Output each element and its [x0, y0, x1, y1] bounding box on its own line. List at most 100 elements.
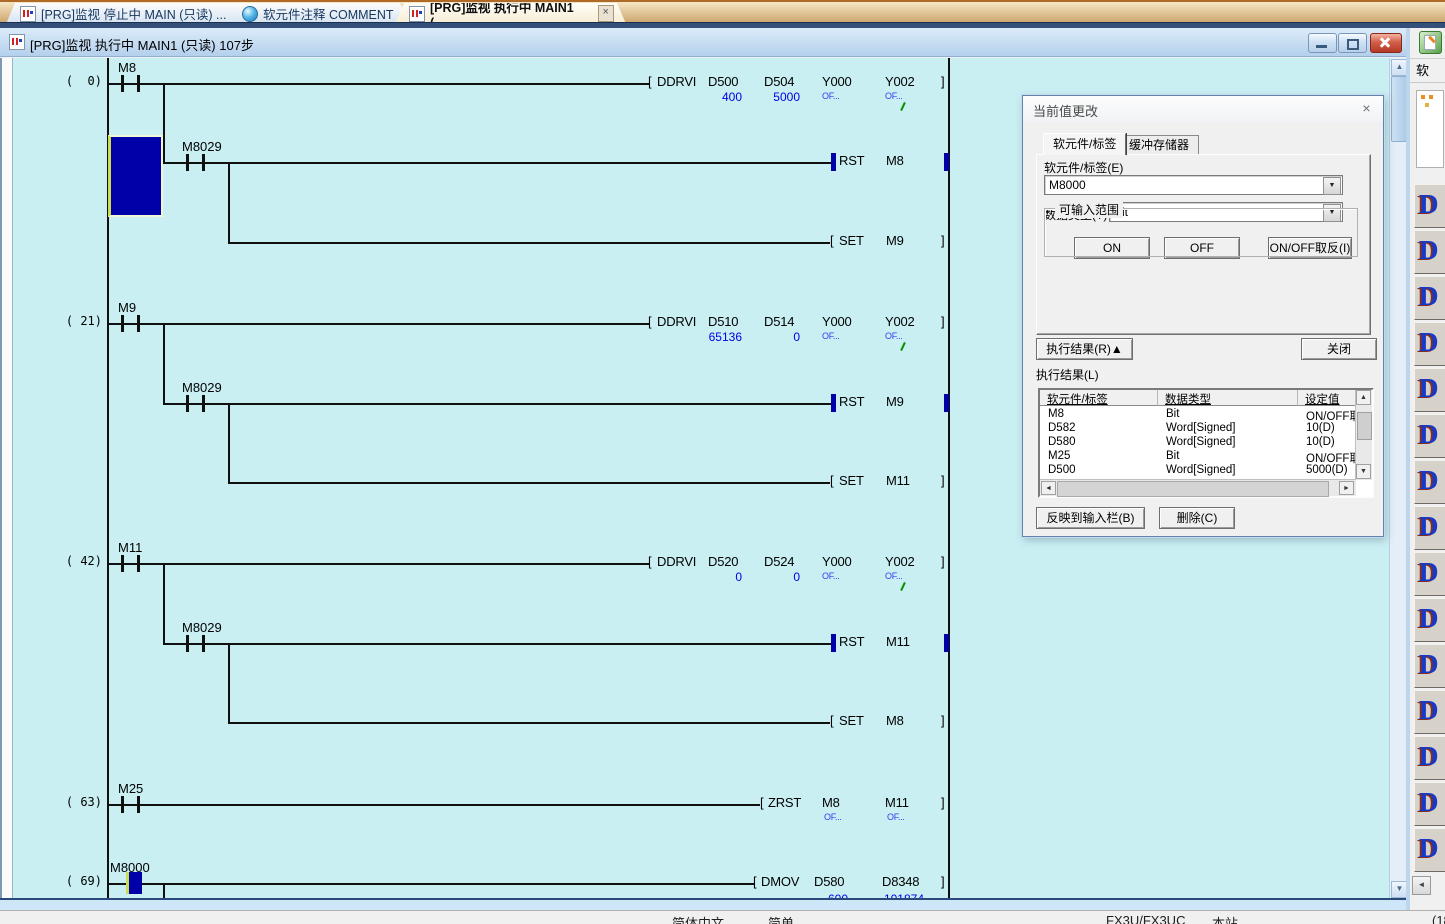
device-button[interactable]: D — [1414, 184, 1445, 228]
table-row[interactable]: D580Word[Signed]10(D) — [1040, 436, 1356, 450]
energized-contact[interactable] — [126, 872, 142, 894]
document-tab-bar: [PRG]监视 停止中 MAIN (只读) ... 软元件注释 COMMENT … — [0, 0, 1445, 24]
close-dialog-button[interactable]: 关闭 — [1301, 338, 1377, 360]
child-window-titlebar: [PRG]监视 执行中 MAIN1 (只读) 107步 — [0, 28, 1410, 57]
tab-close-icon[interactable]: × — [598, 5, 615, 22]
restore-icon — [1347, 39, 1359, 50]
operand[interactable]: M9 — [886, 233, 904, 248]
scroll-down-icon[interactable]: ▼ — [1356, 464, 1371, 479]
device-button[interactable]: D — [1414, 644, 1445, 688]
device-button[interactable]: D — [1414, 368, 1445, 412]
device-button[interactable]: D — [1414, 414, 1445, 458]
scrollbar-thumb[interactable] — [1057, 481, 1329, 497]
tab-label: [PRG]监视 停止中 MAIN (只读) ... — [41, 4, 226, 23]
monitor-value: 5000 — [752, 90, 800, 104]
panel-list-box[interactable] — [1416, 90, 1444, 168]
rung-wire — [228, 242, 830, 244]
column-header: 软元件/标签 — [1047, 391, 1108, 407]
device-button[interactable]: D — [1414, 276, 1445, 320]
status-language: 简体中文 — [672, 913, 724, 924]
status-mode: 简单 — [768, 913, 794, 924]
scroll-right-icon[interactable]: ► — [1339, 481, 1354, 495]
minimize-icon — [1316, 45, 1327, 48]
operand[interactable]: M8 — [886, 153, 904, 168]
device-button[interactable]: D — [1414, 782, 1445, 826]
instruction-mnemonic[interactable]: DDRVI — [657, 74, 696, 89]
device-button[interactable]: D — [1414, 322, 1445, 366]
status-plc-type: FX3U/FX3UC — [1106, 913, 1185, 924]
table-row[interactable]: M8BitON/OFF取反 — [1040, 408, 1356, 422]
operand[interactable]: Y002 — [885, 74, 915, 89]
execution-result-label: 执行结果(L) — [1036, 366, 1099, 383]
scroll-left-icon[interactable]: ◄ — [1412, 876, 1431, 895]
tab-device-label[interactable]: 软元件/标签 — [1043, 133, 1126, 155]
device-button[interactable]: D — [1414, 230, 1445, 274]
device-button[interactable]: D — [1414, 598, 1445, 642]
close-button[interactable] — [1370, 33, 1402, 53]
tab-device-comment[interactable]: 软元件注释 COMMENT — [228, 3, 409, 24]
restore-button[interactable] — [1338, 33, 1367, 53]
contact-symbol[interactable] — [121, 75, 124, 92]
ladder-vertical-scrollbar[interactable]: ▲ ▼ — [1389, 58, 1407, 898]
tab-label: 软元件注释 COMMENT — [263, 4, 394, 23]
monitor-value: 400 — [694, 90, 742, 104]
device-button[interactable]: D — [1414, 690, 1445, 734]
scroll-left-icon[interactable]: ◄ — [1041, 481, 1056, 495]
device-button[interactable]: D — [1414, 506, 1445, 550]
instruction-mnemonic[interactable]: RST — [839, 153, 864, 168]
edit-cursor-cell[interactable] — [108, 135, 163, 217]
execution-result-toggle-button[interactable]: 执行结果(R)▲ — [1036, 338, 1133, 360]
device-comment: OF... — [822, 91, 840, 101]
contact-label[interactable]: M9 — [118, 300, 136, 315]
device-button[interactable]: D — [1414, 828, 1445, 872]
table-row[interactable]: D582Word[Signed]10(D) — [1040, 422, 1356, 436]
energized-mark — [831, 394, 836, 412]
table-horizontal-scrollbar[interactable]: ◄ ► — [1040, 479, 1356, 496]
contact-label[interactable]: M8029 — [182, 139, 222, 154]
operand[interactable]: Y000 — [822, 74, 852, 89]
status-bar: 简体中文 简单 FX3U/FX3UC 本站 (18 — [0, 910, 1445, 924]
program-monitor-icon — [20, 6, 36, 22]
step-number: ( 69) — [30, 874, 102, 888]
chevron-down-icon[interactable]: ▼ — [1323, 177, 1341, 195]
device-button[interactable]: D — [1414, 736, 1445, 780]
pulse-tick-icon — [900, 582, 906, 591]
instruction-mnemonic[interactable]: SET — [839, 233, 864, 248]
execution-result-table[interactable]: 软元件/标签 数据类型 设定值 M8BitON/OFF取反 D582Word[S… — [1038, 388, 1374, 498]
operand[interactable]: D500 — [708, 74, 738, 89]
rung-wire — [107, 83, 650, 85]
device-button[interactable]: D — [1414, 460, 1445, 504]
edit-document-icon[interactable] — [1419, 31, 1442, 54]
program-monitor-icon — [409, 6, 425, 22]
table-row[interactable]: M25BitON/OFF取反 — [1040, 450, 1356, 464]
minimize-button[interactable] — [1308, 33, 1337, 53]
step-number: ( 0) — [30, 74, 102, 88]
pulse-tick-icon — [900, 102, 906, 111]
scroll-up-icon[interactable]: ▲ — [1356, 390, 1371, 405]
delete-button[interactable]: 删除(C) — [1159, 507, 1235, 529]
input-range-label: 可输入范围 — [1055, 201, 1123, 218]
tab-prg-main1-active[interactable]: [PRG]监视 执行中 MAIN1 (... × — [395, 3, 626, 24]
gx-works2-screen: [PRG]监视 停止中 MAIN (只读) ... 软元件注释 COMMENT … — [0, 0, 1445, 924]
device-value: M8000 — [1049, 178, 1086, 192]
device-button[interactable]: D — [1414, 552, 1445, 596]
dialog-titlebar[interactable]: 当前值更改 — [1023, 96, 1383, 122]
right-power-rail — [948, 58, 950, 898]
table-vertical-scrollbar[interactable]: ▲ ▼ — [1355, 390, 1372, 480]
editor-left-margin — [0, 58, 13, 898]
device-combobox[interactable]: M8000 ▼ — [1044, 175, 1343, 195]
child-window-title: [PRG]监视 执行中 MAIN1 (只读) 107步 — [30, 35, 254, 54]
table-row[interactable]: D500Word[Signed]5000(D) — [1040, 464, 1356, 478]
tab-buffer-memory[interactable]: 缓冲存储器 — [1119, 135, 1199, 155]
input-range-groupbox: 可输入范围 — [1044, 208, 1358, 257]
scrollbar-thumb[interactable] — [1357, 412, 1372, 440]
energized-mark — [944, 153, 949, 171]
column-header: 设定值 — [1305, 391, 1340, 407]
contact-label[interactable]: M8 — [118, 60, 136, 75]
tab-prg-main[interactable]: [PRG]监视 停止中 MAIN (只读) ... — [6, 3, 247, 24]
reflect-to-input-button[interactable]: 反映到输入栏(B) — [1036, 507, 1145, 529]
column-header: 数据类型 — [1165, 391, 1211, 407]
operand[interactable]: D504 — [764, 74, 794, 89]
right-docked-panel: 软 D D D D D D D D D D D D D D D ◄ — [1406, 28, 1445, 910]
dialog-close-icon[interactable]: × — [1358, 100, 1375, 117]
